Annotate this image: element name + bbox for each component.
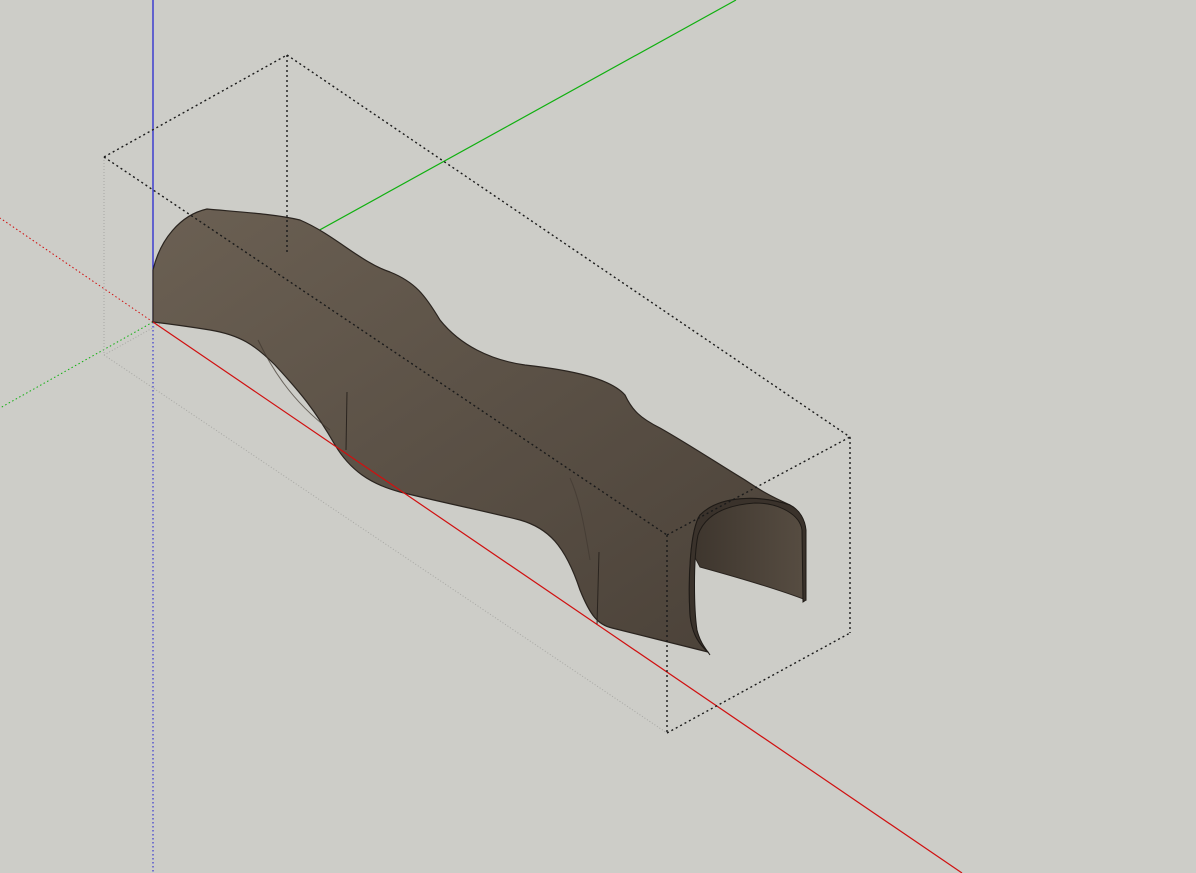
red-axis-negative [0,217,154,323]
green-axis-negative [0,321,154,409]
axes-negative [0,217,154,873]
viewport-canvas[interactable] [0,0,1196,873]
tunnel-shell-model[interactable] [152,208,807,656]
3d-modeling-viewport[interactable] [0,0,1196,873]
